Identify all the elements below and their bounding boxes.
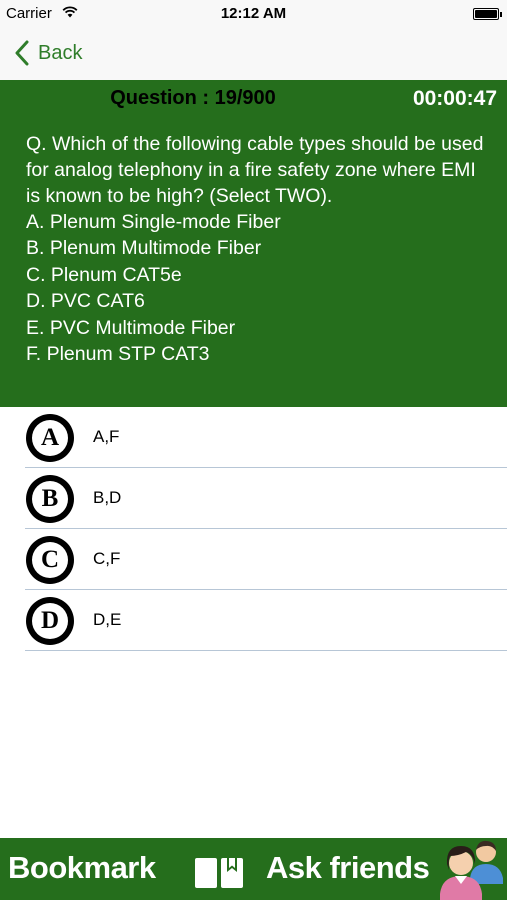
battery-icon [473,8,502,20]
question-body: Q. Which of the following cable types sh… [26,131,489,367]
question-counter: Question : 19/900 [110,87,276,109]
question-timer: 00:00:47 [412,87,497,110]
answer-letter: D [32,603,68,639]
answer-list: A A,F B B,D C C,F D D,E [0,407,507,651]
letter-d-icon: D [26,597,74,645]
letter-a-icon: A [26,414,74,462]
answer-label: A,F [93,427,120,446]
back-button[interactable]: Back [14,38,82,68]
chevron-left-icon [15,40,29,66]
question-panel: Question : 19/900 00:00:47 Q. Which of t… [0,80,507,407]
question-option: B. Plenum Multimode Fiber [26,237,262,260]
bottom-bar: Bookmark Ask friends [0,838,507,900]
question-option: F. Plenum STP CAT3 [26,343,210,366]
divider [25,650,507,651]
friends-icon[interactable] [434,838,507,900]
answer-label: B,D [93,488,122,507]
bookmark-button[interactable]: Bookmark [8,850,156,886]
question-option: A. Plenum Single-mode Fiber [26,211,281,233]
back-label: Back [38,41,83,64]
battery-fill [475,10,497,18]
ask-friends-button[interactable]: Ask friends [266,850,430,886]
navigation-bar: Back [0,28,507,80]
question-text: Q. Which of the following cable types sh… [26,133,484,207]
question-option: C. Plenum CAT5e [26,263,182,286]
question-option: D. PVC CAT6 [26,290,145,313]
answer-option-d[interactable]: D D,E [0,590,507,651]
status-bar: Carrier 12:12 AM [0,0,507,28]
answer-option-b[interactable]: B B,D [0,468,507,529]
answer-letter: C [32,542,68,578]
answer-option-a[interactable]: A A,F [0,407,507,468]
answer-option-c[interactable]: C C,F [0,529,507,590]
letter-b-icon: B [26,475,74,523]
book-icon[interactable] [194,855,244,889]
letter-c-icon: C [26,536,74,584]
question-option: E. PVC Multimode Fiber [26,316,236,339]
answer-label: C,F [93,549,121,568]
status-time: 12:12 AM [220,5,287,22]
answer-label: D,E [93,610,122,629]
answer-letter: A [32,420,68,456]
answer-letter: B [32,481,68,517]
